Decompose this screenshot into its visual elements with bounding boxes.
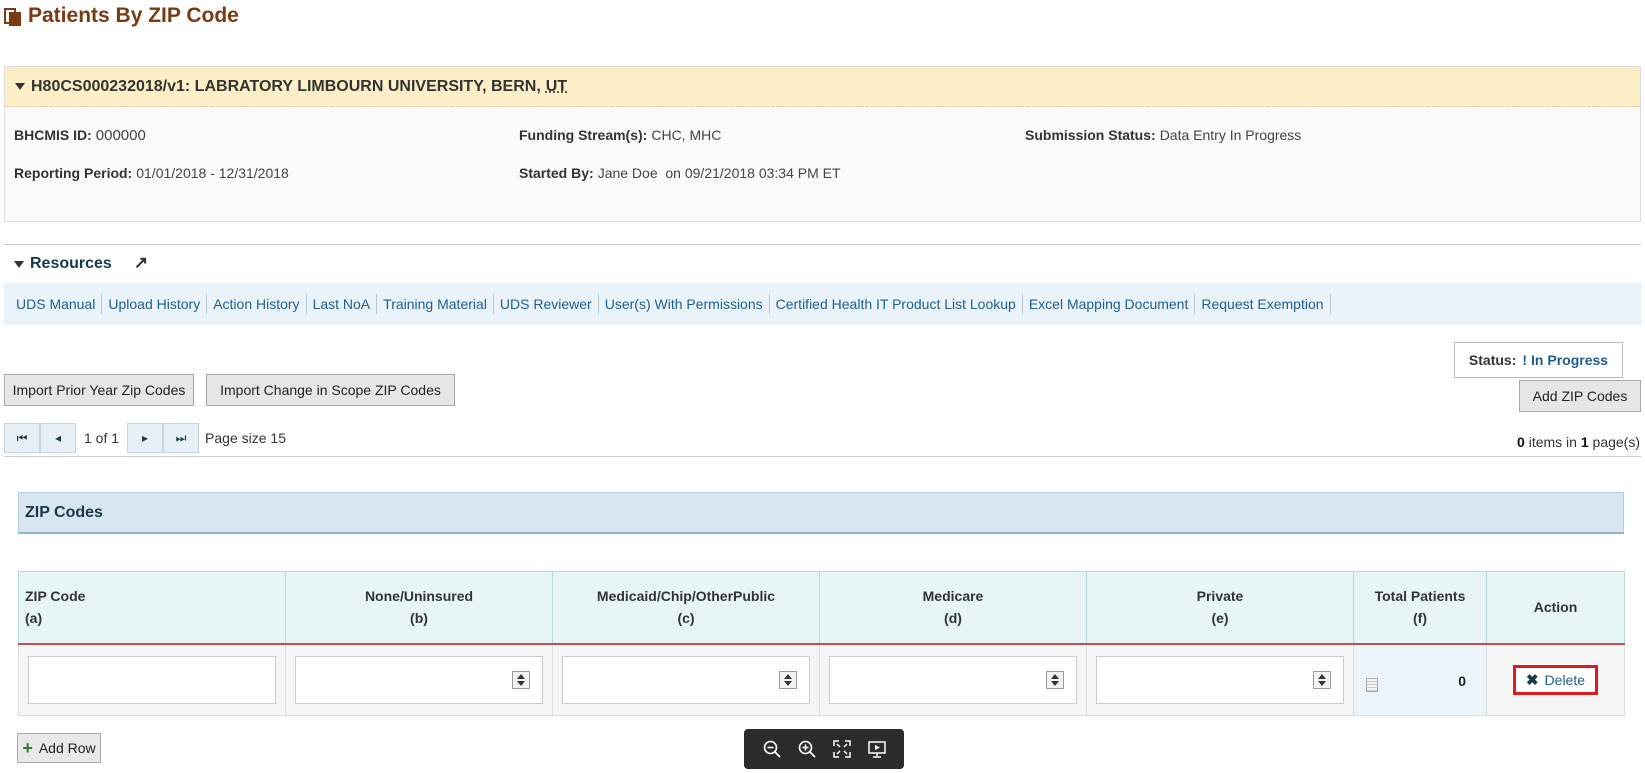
total-patients-value: 0 <box>1458 672 1466 689</box>
page-info: 1 of 1 <box>84 430 120 446</box>
grant-title: H80CS000232018/v1: LABRATORY LIMBOURN UN… <box>31 77 541 95</box>
resource-link-upload-history[interactable]: Upload History <box>102 294 208 314</box>
table-header-row: ZIP Code (a) None/Uninsured (b) Medicaid/C… <box>18 571 1625 644</box>
bhcmis-id: BHCMIS ID: 000000 <box>14 127 146 144</box>
spinner-icon[interactable] <box>1046 670 1064 689</box>
resources-links: UDS Manual Upload History Action History… <box>4 283 1641 325</box>
col-total-patients[interactable]: Total Patients (f) <box>1353 571 1487 644</box>
add-zip-codes-button[interactable]: Add ZIP Codes <box>1519 380 1641 412</box>
zoom-in-icon[interactable] <box>795 737 819 761</box>
page-size: Page size 15 <box>205 430 286 446</box>
prev-page-icon: ◂ <box>54 431 62 445</box>
close-icon: ✖ <box>1525 671 1539 689</box>
grant-header[interactable]: H80CS000232018/v1: LABRATORY LIMBOURN UN… <box>5 67 1640 107</box>
resource-link-certified-health-it[interactable]: Certified Health IT Product List Lookup <box>770 294 1023 314</box>
spinner-icon[interactable] <box>779 670 797 689</box>
resource-link-uds-manual[interactable]: UDS Manual <box>10 294 103 314</box>
grant-state: UT <box>545 77 568 95</box>
medicaid-input[interactable] <box>562 655 810 704</box>
divider <box>4 456 1641 457</box>
col-none-uninsured[interactable]: None/Uninsured (b) <box>285 571 553 644</box>
resource-link-action-history[interactable]: Action History <box>207 294 307 314</box>
resource-link-uds-reviewer[interactable]: UDS Reviewer <box>494 294 599 314</box>
total-patients-cell: 0 <box>1353 643 1487 716</box>
fit-screen-icon[interactable] <box>830 737 854 761</box>
none-uninsured-input[interactable] <box>295 655 543 704</box>
external-link-icon[interactable]: ↗︎ <box>134 253 148 273</box>
last-page-icon: ⏭︎ <box>175 430 187 445</box>
col-medicaid[interactable]: Medicaid/Chip/OtherPublic (c) <box>552 571 820 644</box>
started-by: Started By: Jane Doe on 09/21/2018 03:34 … <box>519 165 841 181</box>
page-title-text: Patients By ZIP Code <box>28 4 239 27</box>
spinner-icon[interactable] <box>512 670 530 689</box>
reporting-period: Reporting Period: 01/01/2018 - 12/31/2018 <box>14 165 289 181</box>
items-info: 0 items in 1 page(s) <box>1517 434 1640 450</box>
resource-link-request-exemption[interactable]: Request Exemption <box>1195 294 1331 314</box>
col-private[interactable]: Private (e) <box>1086 571 1354 644</box>
col-action: Action <box>1486 571 1625 644</box>
zoom-out-icon[interactable] <box>760 737 784 761</box>
resources-header[interactable]: Resources ↗︎ <box>4 245 1641 283</box>
resource-link-last-noa[interactable]: Last NoA <box>307 294 378 314</box>
caret-down-icon[interactable] <box>14 260 24 268</box>
resources-title: Resources <box>30 255 112 272</box>
pager: ⏮︎ ◂ 1 of 1 ▸ ⏭︎ Page size 15 <box>4 422 286 454</box>
col-medicare[interactable]: Medicare (d) <box>819 571 1087 644</box>
funding-stream: Funding Stream(s): CHC, MHC <box>519 127 722 143</box>
spinner-icon[interactable] <box>1313 670 1331 689</box>
private-input[interactable] <box>1096 655 1344 704</box>
next-page-button[interactable]: ▸ <box>127 423 164 453</box>
document-icon <box>4 6 22 26</box>
prev-page-button[interactable]: ◂ <box>40 423 76 453</box>
viewer-toolbar <box>744 729 904 769</box>
medicare-input[interactable] <box>829 655 1077 704</box>
zip-code-input[interactable] <box>28 655 276 704</box>
zip-codes-table: ZIP Code (a) None/Uninsured (b) Medicaid/C… <box>18 571 1625 716</box>
grant-info-panel: H80CS000232018/v1: LABRATORY LIMBOURN UN… <box>4 66 1641 222</box>
submission-status: Submission Status: Data Entry In Progress <box>1025 127 1302 143</box>
resources-panel: Resources ↗︎ UDS Manual Upload History A… <box>4 244 1641 325</box>
status-value: In Progress <box>1531 352 1609 368</box>
caret-down-icon[interactable] <box>15 83 25 90</box>
last-page-button[interactable]: ⏭︎ <box>163 423 200 453</box>
import-scope-button[interactable]: Import Change in Scope ZIP Codes <box>206 374 455 406</box>
delete-button[interactable]: ✖ Delete <box>1512 664 1599 695</box>
resource-link-training-material[interactable]: Training Material <box>377 294 494 314</box>
calculator-icon <box>1366 677 1378 692</box>
resource-link-excel-mapping[interactable]: Excel Mapping Document <box>1023 294 1196 314</box>
add-row-button[interactable]: + Add Row <box>17 733 101 763</box>
page-title: Patients By ZIP Code <box>4 4 239 28</box>
first-page-button[interactable]: ⏮︎ <box>4 423 40 453</box>
plus-icon: + <box>22 738 33 758</box>
exclamation-icon: ! <box>1522 352 1528 368</box>
table-row: 0 ✖ Delete <box>18 643 1625 716</box>
next-page-icon: ▸ <box>142 431 149 445</box>
status-badge: Status: ! In Progress <box>1454 342 1623 378</box>
first-page-icon: ⏮︎ <box>16 430 28 445</box>
col-zip-code[interactable]: ZIP Code (a) <box>18 571 286 644</box>
zip-codes-section-header: ZIP Codes <box>18 492 1624 534</box>
import-prior-year-button[interactable]: Import Prior Year Zip Codes <box>4 374 194 406</box>
resource-link-users-with-permissions[interactable]: User(s) With Permissions <box>599 294 770 314</box>
presentation-icon[interactable] <box>865 737 889 761</box>
